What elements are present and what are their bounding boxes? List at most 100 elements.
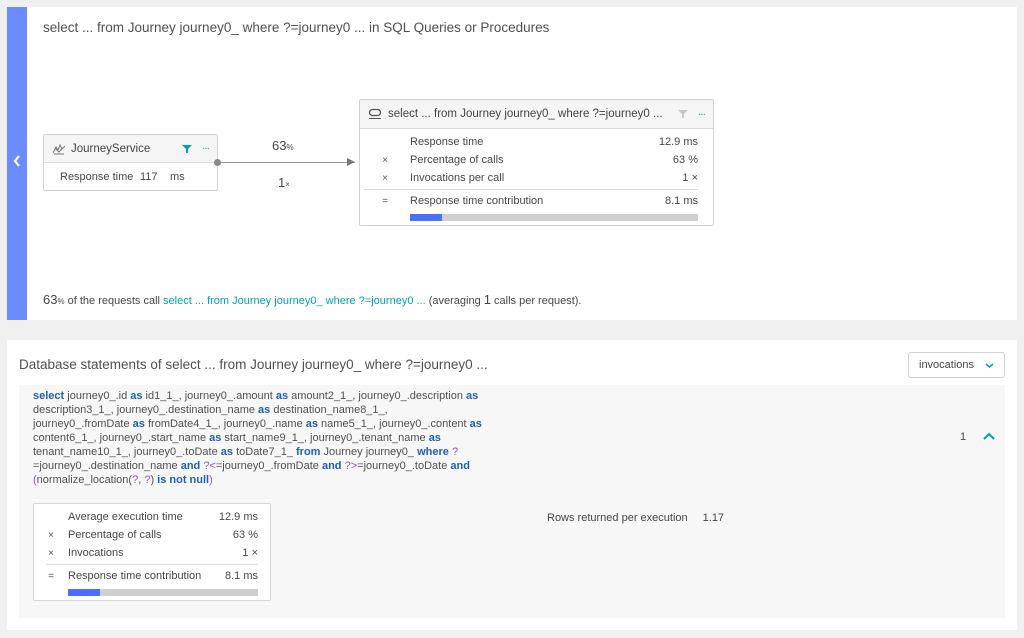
sql-text: name5_1_, journey0_.content — [318, 418, 470, 430]
sql-keyword: and — [180, 460, 201, 472]
contribution-bar-fill — [68, 589, 101, 596]
metric-value: 1 × — [682, 172, 698, 184]
sql-parameter: ? — [451, 446, 459, 458]
summary-text-part: of the requests call — [64, 295, 164, 307]
metric-value: 8.1 ms — [224, 570, 258, 582]
sql-parameter: ?> — [344, 460, 358, 472]
divider — [46, 564, 258, 565]
sort-dropdown[interactable]: invocations — [908, 352, 1005, 378]
connection-multiplier-unit: × — [285, 180, 290, 189]
rows-returned-label: Rows returned per execution — [547, 512, 688, 524]
filter-icon[interactable] — [182, 144, 192, 154]
metric-value: 12.9 ms — [218, 511, 258, 523]
sql-parameter: ) — [209, 474, 213, 486]
sql-text: =journey0_.destination_name — [33, 460, 181, 472]
sql-keyword: as — [466, 390, 479, 402]
metric-label: Invocations per call — [410, 172, 505, 184]
metric-row: × Percentage of calls 63 % — [360, 151, 698, 169]
panel-title: select ... from Journey journey0_ where … — [43, 20, 550, 35]
summary-text-part: calls per request). — [490, 295, 582, 307]
metric-value: 117 — [140, 170, 158, 183]
contribution-bar — [68, 589, 258, 596]
connection-percentage: 63% — [272, 138, 294, 153]
service-node[interactable]: JourneyService ··· Response time 117 ms — [43, 134, 218, 191]
metric-label: Average execution time — [68, 511, 183, 523]
connection-percentage-unit: % — [286, 143, 294, 152]
sql-keyword: and — [321, 460, 342, 472]
summary-db-link[interactable]: select ... from Journey journey0_ where … — [163, 295, 426, 307]
summary-text-part: (averaging — [425, 295, 484, 307]
chevron-up-icon[interactable] — [982, 431, 996, 441]
database-statements-panel: Database statements of select ... from J… — [7, 340, 1017, 630]
sql-keyword: from — [296, 446, 321, 458]
sql-keyword: as — [275, 390, 289, 402]
sql-text: =journey0_.fromDate — [215, 460, 322, 472]
summary-pct: 63 — [43, 292, 58, 307]
contribution-row: = Response time contribution 8.1 ms — [34, 567, 270, 585]
collapse-panel-button[interactable] — [7, 7, 27, 320]
sql-text: id1_1_, journey0_.amount — [142, 390, 276, 402]
rows-returned: Rows returned per execution 1.17 — [547, 512, 724, 524]
database-metrics: Response time 12.9 ms × Percentage of calls… — [360, 133, 698, 187]
sql-keyword: is not null — [157, 474, 210, 486]
sql-statement: select journey0_.id as id1_1_, journey0_… — [33, 389, 483, 487]
contribution-bar — [410, 214, 698, 221]
sql-text: amount2_1_, journey0_.description — [288, 390, 467, 402]
sql-text: fromDate4_1_, journey0_.name — [144, 418, 306, 430]
database-node[interactable]: select ... from Journey journey0_ where … — [359, 99, 714, 226]
sql-keyword: and — [450, 460, 470, 472]
statement-count: 1 — [960, 431, 967, 443]
summary-calls: 1 — [483, 292, 491, 307]
sql-keyword: as — [469, 418, 482, 430]
metric-unit: ms — [170, 170, 185, 183]
sql-text: normalize_location( — [36, 474, 133, 486]
metric-row: Response time 12.9 ms — [360, 133, 698, 151]
sql-text: journey0_.id — [64, 390, 131, 402]
sql-keyword: where — [417, 446, 449, 458]
more-icon[interactable]: ··· — [698, 109, 706, 120]
chevron-down-icon — [985, 363, 994, 368]
connection-percentage-value: 63 — [272, 138, 287, 153]
more-icon[interactable]: ··· — [202, 143, 210, 154]
metric-value: 63 % — [232, 529, 258, 541]
statement-metrics: Average execution time 12.9 ms × Percentage… — [34, 508, 270, 562]
sql-keyword: as — [220, 446, 234, 458]
metric-value: 8.1 ms — [664, 195, 698, 207]
contribution-bar-fill — [410, 214, 442, 221]
divider — [364, 189, 698, 190]
sql-text: =journey0_.toDate — [357, 460, 451, 472]
summary-text: 63% of the requests call select ... from… — [43, 292, 581, 307]
metric-row: Average execution time 12.9 ms — [34, 508, 270, 526]
sql-keyword: as — [305, 418, 318, 430]
service-node-header: JourneyService ··· — [44, 135, 217, 163]
sql-parameter: ?< — [203, 460, 216, 472]
database-name[interactable]: select ... from Journey journey0_ where … — [388, 108, 678, 120]
sql-text: content6_1_, journey0_.start_name — [33, 432, 210, 444]
database-node-header: select ... from Journey journey0_ where … — [360, 100, 713, 129]
metric-label: Invocations — [68, 547, 124, 559]
operator: = — [382, 195, 388, 207]
metric-row: × Invocations per call 1 × — [360, 169, 698, 187]
connection-start-dot — [214, 159, 221, 166]
service-name[interactable]: JourneyService — [71, 143, 182, 155]
metric-value: 12.9 ms — [658, 136, 698, 148]
chevron-left-icon — [13, 155, 20, 167]
panel-title: Database statements of select ... from J… — [19, 357, 488, 372]
filter-icon[interactable] — [678, 109, 688, 119]
operator: × — [382, 154, 388, 166]
operator: × — [48, 547, 54, 559]
sql-text: Journey journey0_ — [320, 446, 418, 458]
statement-row: select journey0_.id as id1_1_, journey0_… — [19, 385, 1005, 618]
operator: × — [382, 172, 388, 184]
sql-text: start_name9_1_, journey0_.tenant_name — [221, 432, 429, 444]
service-flow-panel: select ... from Journey journey0_ where … — [7, 7, 1017, 320]
metric-value: 63 % — [672, 154, 698, 166]
metric-label: Percentage of calls — [410, 154, 504, 166]
metric-label: Response time contribution — [410, 195, 544, 207]
sql-text: toDate7_1_ — [233, 446, 297, 458]
sql-text: description3_1_, journey0_.destination_n… — [33, 404, 259, 416]
sql-keyword: as — [258, 404, 271, 416]
operator: = — [48, 570, 54, 582]
connection-line — [217, 162, 355, 163]
connection-multiplier: 1× — [278, 175, 290, 190]
